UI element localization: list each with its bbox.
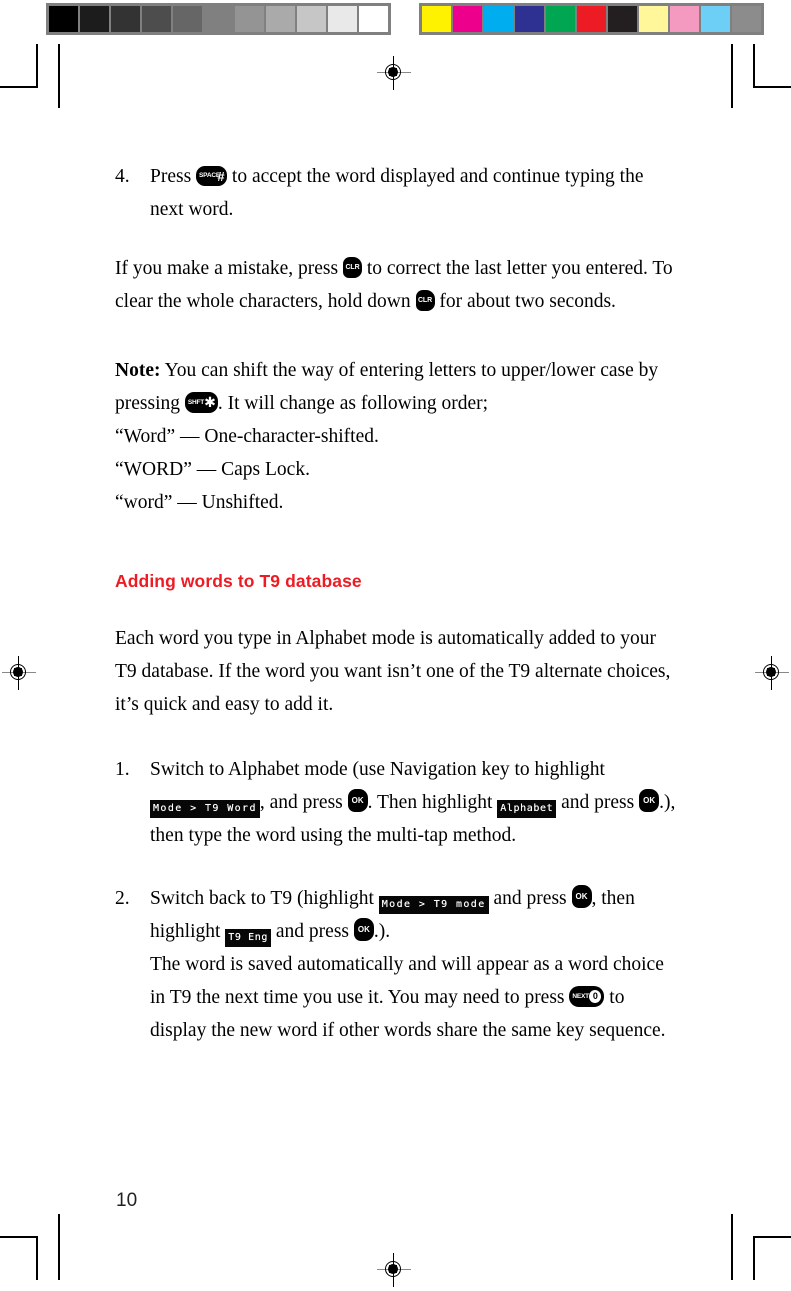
hash-icon: # xyxy=(217,168,225,184)
color-calibration-bar xyxy=(419,3,764,35)
clear-key-label: CLR xyxy=(417,297,433,304)
clear-key-label: CLR xyxy=(345,264,360,271)
calibration-patch-9 xyxy=(328,6,357,32)
page-content: 4. Press SPACE # to accept the word disp… xyxy=(115,160,680,1071)
crop-mark-top-right-v xyxy=(753,44,755,88)
crop-mark-top-left-inner xyxy=(58,44,60,108)
lcd-menu-path: Mode > T9 Word xyxy=(150,800,260,818)
step2-text-2: and press xyxy=(493,888,567,909)
ok-key-label: OK xyxy=(351,796,364,805)
list-number: 4. xyxy=(115,166,130,187)
crop-mark-top-left-h xyxy=(0,86,38,88)
calibration-patch-9 xyxy=(701,6,730,32)
list-item: 1. Switch to Alphabet mode (use Navigati… xyxy=(115,753,680,852)
grayscale-calibration-bar xyxy=(46,3,391,35)
step1-text-1: Switch to Alphabet mode (use Navigation … xyxy=(150,759,605,780)
mistake-text-1: If you make a mistake, press xyxy=(115,258,339,279)
calibration-patch-4 xyxy=(173,6,202,32)
crop-mark-bottom-right-v xyxy=(753,1236,755,1280)
crop-mark-top-right-h xyxy=(753,86,791,88)
note-line: “Word” — One-character-shifted. xyxy=(115,426,379,447)
calibration-patch-8 xyxy=(670,6,699,32)
registration-mark-left xyxy=(2,656,36,690)
calibration-patch-1 xyxy=(453,6,482,32)
ok-key-label: OK xyxy=(575,892,588,901)
registration-mark-top xyxy=(377,56,411,90)
lcd-menu-item: Alphabet xyxy=(497,800,557,818)
ok-key-label: OK xyxy=(357,925,370,934)
asterisk-icon: ✱ xyxy=(204,394,216,410)
intro-paragraph: Each word you type in Alphabet mode is a… xyxy=(115,628,671,715)
next-key-label: NEXT xyxy=(572,992,589,1000)
crop-mark-bottom-left-v xyxy=(36,1236,38,1280)
space-key-icon: SPACE # xyxy=(196,166,228,186)
shift-key-label: SHFT xyxy=(187,398,205,406)
calibration-patch-0 xyxy=(49,6,78,32)
calibration-patch-8 xyxy=(297,6,326,32)
clear-key-icon: CLR xyxy=(415,290,435,311)
calibration-patch-7 xyxy=(266,6,295,32)
step1-text-4: and press xyxy=(561,792,635,813)
ok-key-icon: OK xyxy=(639,789,660,812)
step2-text-1: Switch back to T9 (highlight xyxy=(150,888,374,909)
note-label: Note: xyxy=(115,360,161,381)
crop-mark-top-right-inner xyxy=(731,44,733,108)
step-list: 1. Switch to Alphabet mode (use Navigati… xyxy=(115,753,680,1047)
zero-digit-icon: 0 xyxy=(589,990,602,1003)
ok-key-icon: OK xyxy=(571,885,592,908)
registration-mark-bottom xyxy=(377,1253,411,1287)
step1-text-2: , and press xyxy=(259,792,343,813)
step4-text-before: Press xyxy=(150,166,192,187)
calibration-patch-3 xyxy=(515,6,544,32)
crop-mark-bottom-right-inner xyxy=(731,1214,733,1280)
calibration-patch-1 xyxy=(80,6,109,32)
next-key-icon: NEXT 0 xyxy=(569,986,605,1007)
calibration-patch-6 xyxy=(235,6,264,32)
step1-text-3: . Then highlight xyxy=(367,792,493,813)
list-number: 1. xyxy=(115,759,130,780)
list-number: 2. xyxy=(115,888,130,909)
crop-mark-top-left-v xyxy=(36,44,38,88)
note-line: “WORD” — Caps Lock. xyxy=(115,459,310,480)
mistake-text-3: for about two seconds. xyxy=(439,291,616,312)
crop-mark-bottom-right-h xyxy=(753,1236,791,1238)
lcd-menu-item: T9 Eng xyxy=(225,929,272,947)
clear-key-icon: CLR xyxy=(342,257,362,278)
calibration-patch-3 xyxy=(142,6,171,32)
calibration-patch-2 xyxy=(111,6,140,32)
calibration-patch-5 xyxy=(204,6,233,32)
step2-text-5: .). xyxy=(373,921,391,942)
list-item: 4. Press SPACE # to accept the word disp… xyxy=(115,160,680,226)
list-item: 2. Switch back to T9 (highlight Mode > T… xyxy=(115,882,680,1047)
page-number: 10 xyxy=(116,1190,138,1211)
calibration-patch-0 xyxy=(422,6,451,32)
note-paragraph: Note: You can shift the way of entering … xyxy=(115,354,680,420)
registration-mark-right xyxy=(755,656,789,690)
calibration-patch-7 xyxy=(639,6,668,32)
calibration-patch-2 xyxy=(484,6,513,32)
shift-key-icon: SHFT ✱ xyxy=(184,392,218,413)
ok-key-icon: OK xyxy=(347,789,368,812)
ok-key-icon: OK xyxy=(353,918,374,941)
calibration-patch-4 xyxy=(546,6,575,32)
note-block: Note: You can shift the way of entering … xyxy=(115,354,680,519)
step-list-continued: 4. Press SPACE # to accept the word disp… xyxy=(115,160,680,226)
calibration-patch-10 xyxy=(359,6,388,32)
crop-mark-bottom-left-h xyxy=(0,1236,38,1238)
note-text-2: . It will change as following order; xyxy=(217,393,489,414)
step2-text-4: and press xyxy=(275,921,350,942)
calibration-patch-5 xyxy=(577,6,606,32)
crop-mark-bottom-left-inner xyxy=(58,1214,60,1280)
lcd-menu-path: Mode > T9 mode xyxy=(378,896,489,914)
calibration-patch-10 xyxy=(732,6,761,32)
mistake-paragraph: If you make a mistake, press CLR to corr… xyxy=(115,252,680,318)
note-line: “word” — Unshifted. xyxy=(115,492,284,513)
ok-key-label: OK xyxy=(643,796,656,805)
section-heading: Adding words to T9 database xyxy=(115,571,362,591)
calibration-patch-6 xyxy=(608,6,637,32)
